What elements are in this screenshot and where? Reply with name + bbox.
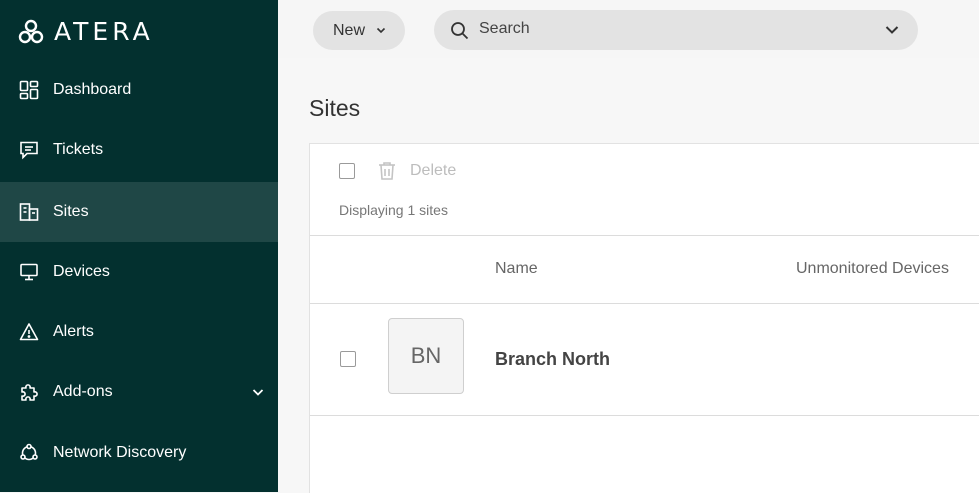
sites-table-card: Delete Displaying 1 sites Name Unmonitor… [309,143,979,493]
main-content: New Sites Delete Displaying 1 sites Name… [278,0,979,493]
atera-logo-icon [18,19,44,43]
chevron-down-icon [376,27,386,34]
network-icon [19,443,39,463]
sidebar-item-addons[interactable]: Add-ons [0,362,278,422]
dashboard-icon [19,80,39,100]
monitor-icon [19,262,39,282]
column-header-unmonitored-devices[interactable]: Unmonitored Devices [796,260,949,278]
sidebar-item-tickets[interactable]: Tickets [0,120,278,180]
results-count: Displaying 1 sites [339,202,448,218]
logo-text: ATERA [54,17,154,46]
top-bar: New [278,0,979,58]
sidebar-item-label: Alerts [53,323,94,340]
sidebar-item-sites[interactable]: Sites [0,182,278,242]
row-checkbox[interactable] [340,351,356,367]
sidebar-item-devices[interactable]: Devices [0,242,278,302]
sidebar-item-label: Network Discovery [53,444,187,461]
sidebar-item-alerts[interactable]: Alerts [0,302,278,362]
delete-button[interactable]: Delete [410,162,456,180]
new-button[interactable]: New [313,11,405,50]
new-button-label: New [333,21,366,39]
search-icon [451,22,469,40]
trash-icon [379,162,395,180]
sidebar-item-label: Devices [53,263,110,280]
search-input[interactable] [479,20,859,38]
sidebar-item-label: Sites [53,203,89,220]
atera-logo[interactable]: ATERA [18,17,154,46]
divider [310,415,979,416]
column-header-name[interactable]: Name [495,260,538,278]
chevron-down-icon[interactable] [250,384,266,400]
sidebar-item-label: Add-ons [53,383,113,400]
building-icon [19,202,39,222]
puzzle-icon [19,382,39,402]
warning-icon [19,322,39,342]
sidebar-item-dashboard[interactable]: Dashboard [0,60,278,120]
page-title: Sites [309,95,361,121]
search-bar[interactable] [434,10,918,50]
chevron-down-icon[interactable] [884,22,900,38]
sidebar: ATERA Dashboard Tickets Sites Devices Al… [0,0,278,492]
select-all-checkbox[interactable] [339,163,355,179]
ticket-icon [19,140,39,160]
sidebar-item-label: Tickets [53,141,104,158]
site-name-link[interactable]: Branch North [495,349,610,370]
divider [310,303,979,304]
divider [310,235,979,236]
sidebar-item-network-discovery[interactable]: Network Discovery [0,423,278,483]
sidebar-item-label: Dashboard [53,81,132,98]
site-avatar: BN [388,318,464,394]
